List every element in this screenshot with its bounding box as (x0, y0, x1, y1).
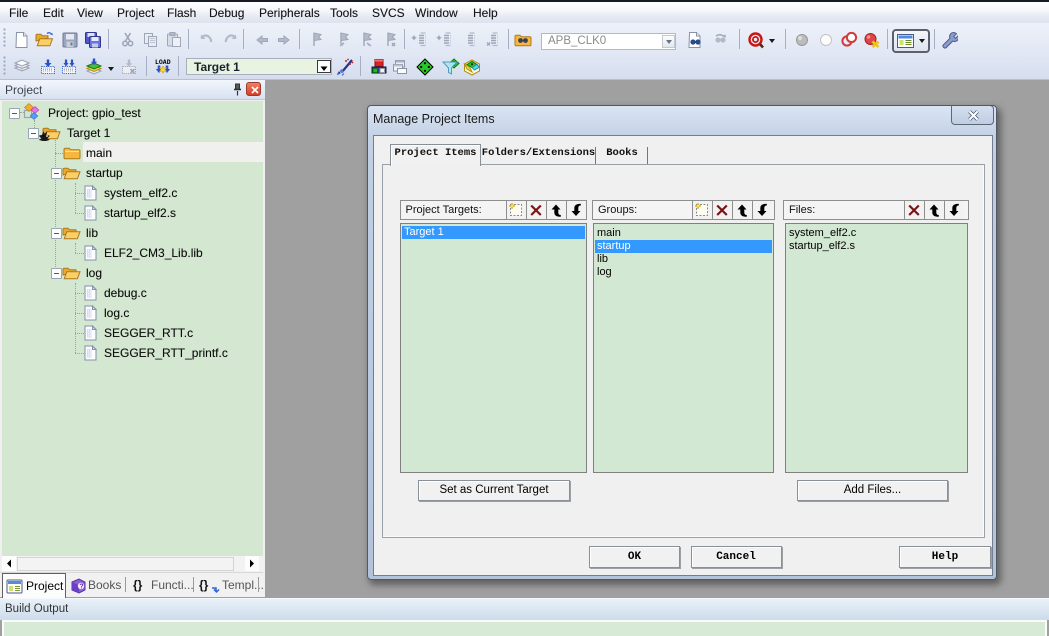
svg-text:?: ? (79, 584, 83, 591)
svg-text:LOAD: LOAD (155, 59, 171, 66)
